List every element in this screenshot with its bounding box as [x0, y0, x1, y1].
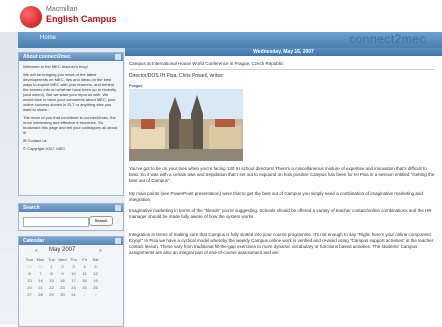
search-panel: Search Search	[18, 203, 124, 231]
search-input[interactable]	[23, 217, 89, 227]
calendar-day[interactable]: 18	[79, 277, 90, 284]
calendar-week: 29 30 1 2 3 4 5	[24, 263, 101, 270]
calendar-day: 2	[94, 292, 97, 297]
weekday: Fri	[82, 257, 87, 262]
prev-month-icon[interactable]: «	[35, 248, 38, 254]
calendar-day[interactable]: 14	[35, 277, 46, 284]
calendar-day: 29	[27, 264, 32, 269]
calendar-day[interactable]: 30	[57, 291, 68, 298]
calendar-day[interactable]: 27	[24, 291, 35, 298]
calendar-day[interactable]: 1	[46, 263, 57, 270]
weekday: Thu	[70, 257, 77, 262]
divider	[129, 69, 435, 70]
copyright: © Copyright 2007, MEC	[23, 146, 66, 151]
calendar-panel-header: Calendar	[19, 237, 123, 245]
weekday: Mon	[36, 257, 45, 262]
calendar-day[interactable]: 23	[57, 284, 68, 291]
calendar-panel-title: Calendar	[23, 238, 45, 244]
calendar-week: 27 28 29 30 31 1 2	[24, 291, 101, 298]
calendar-day[interactable]: 12	[90, 270, 101, 277]
calendar-day[interactable]: 24	[68, 284, 79, 291]
calendar-day[interactable]: 25	[79, 284, 90, 291]
weekday: Sun	[25, 257, 34, 262]
calendar-weekdays: Sun Mon Tue Wed Thu Fri Sat	[24, 256, 101, 263]
calendar-week: 20 21 22 23 24 25 26	[24, 284, 101, 291]
about-text: The more of you that contribute to conne…	[23, 115, 118, 135]
brand-name: Macmillan	[46, 6, 78, 13]
calendar-day[interactable]: 19	[90, 277, 101, 284]
calendar-day: 30	[38, 264, 43, 269]
main-content: Campus at International House World Conf…	[125, 56, 442, 325]
calendar-day[interactable]: 5	[90, 263, 101, 270]
calendar-day[interactable]: 3	[68, 263, 79, 270]
search-panel-title: Search	[23, 205, 40, 211]
calendar-day[interactable]: 11	[79, 270, 90, 277]
site-header: Macmillan English Campus	[0, 0, 442, 32]
prague-photo-image	[129, 89, 243, 161]
calendar-day[interactable]: 29	[46, 291, 57, 298]
page: Macmillan English Campus Home connect2me…	[0, 0, 442, 327]
post-date: Wednesday, May 16, 2007	[253, 49, 314, 55]
weekday: Sat	[92, 257, 99, 262]
calendar-week: 6 7 8 9 10 11 12	[24, 270, 101, 277]
about-panel-header: About connect2mec	[19, 53, 123, 61]
calendar-day[interactable]: 9	[57, 270, 68, 277]
calendar-day[interactable]: 21	[35, 284, 46, 291]
weekday: Wed	[58, 257, 67, 262]
about-panel: About connect2mec Welcome to the MEC tea…	[18, 52, 124, 196]
calendar-day[interactable]: 17	[68, 277, 79, 284]
contact-us-link[interactable]: ✉ Contact us	[23, 138, 119, 143]
calendar-day[interactable]: 6	[24, 270, 35, 277]
calendar-day[interactable]: 22	[46, 284, 57, 291]
nav-home-link[interactable]: Home	[40, 35, 56, 41]
post-headline[interactable]: Campus at International House World Conf…	[129, 61, 283, 66]
calendar-day[interactable]: 8	[46, 270, 57, 277]
calendar-month: May 2007	[49, 247, 76, 253]
calendar-day[interactable]: 15	[46, 277, 57, 284]
post-paragraph: Imaginative marketing in terms of the "b…	[129, 208, 432, 219]
calendar-day[interactable]: 10	[68, 270, 79, 277]
post-paragraph: You've got to be on your toes when you'r…	[129, 166, 435, 183]
calendar-day[interactable]: 16	[57, 277, 68, 284]
photo-caption[interactable]: Prague	[129, 83, 143, 88]
post-paragraph: My main points (see PowerPoint presentat…	[129, 191, 423, 202]
calendar-grid: Sun Mon Tue Wed Thu Fri Sat 29 30 1 2 3 …	[24, 256, 101, 298]
collapse-icon[interactable]	[115, 205, 121, 211]
calendar-week: 13 14 15 16 17 18 19	[24, 277, 101, 284]
calendar-day[interactable]: 2	[57, 263, 68, 270]
collapse-icon[interactable]	[115, 54, 121, 60]
calendar-day[interactable]: 20	[24, 284, 35, 291]
site-title: connect2mec	[349, 32, 426, 46]
macmillan-logo-icon[interactable]	[20, 6, 42, 28]
calendar-panel: Calendar « May 2007 » Sun Mon Tue Wed Th…	[18, 236, 124, 327]
collapse-icon[interactable]	[115, 238, 121, 244]
brand-subtitle: English Campus	[46, 14, 117, 24]
calendar-day[interactable]: 31	[68, 291, 79, 298]
about-panel-title: About connect2mec	[23, 54, 71, 60]
calendar-day[interactable]: 13	[24, 277, 35, 284]
about-text: We will be bringing you news of the late…	[23, 72, 117, 112]
calendar-day[interactable]: 26	[90, 284, 101, 291]
calendar-day[interactable]: 7	[35, 270, 46, 277]
prague-photo[interactable]	[129, 89, 243, 161]
date-bar: Wednesday, May 16, 2007	[125, 48, 442, 56]
next-month-icon[interactable]: »	[99, 248, 102, 254]
weekday: Tue	[48, 257, 55, 262]
calendar-day[interactable]: 28	[35, 291, 46, 298]
post-byline: Director/DOS IH Pisa, Chris Powell, writ…	[129, 73, 225, 79]
calendar-day: 1	[83, 292, 86, 297]
about-text: Welcome to the MEC teacher's blog!	[23, 64, 88, 69]
post-paragraph: Integration in terms of making sure that…	[129, 232, 434, 255]
search-panel-header: Search	[19, 204, 123, 212]
calendar-day[interactable]: 4	[79, 263, 90, 270]
search-button[interactable]: Search	[89, 216, 113, 226]
